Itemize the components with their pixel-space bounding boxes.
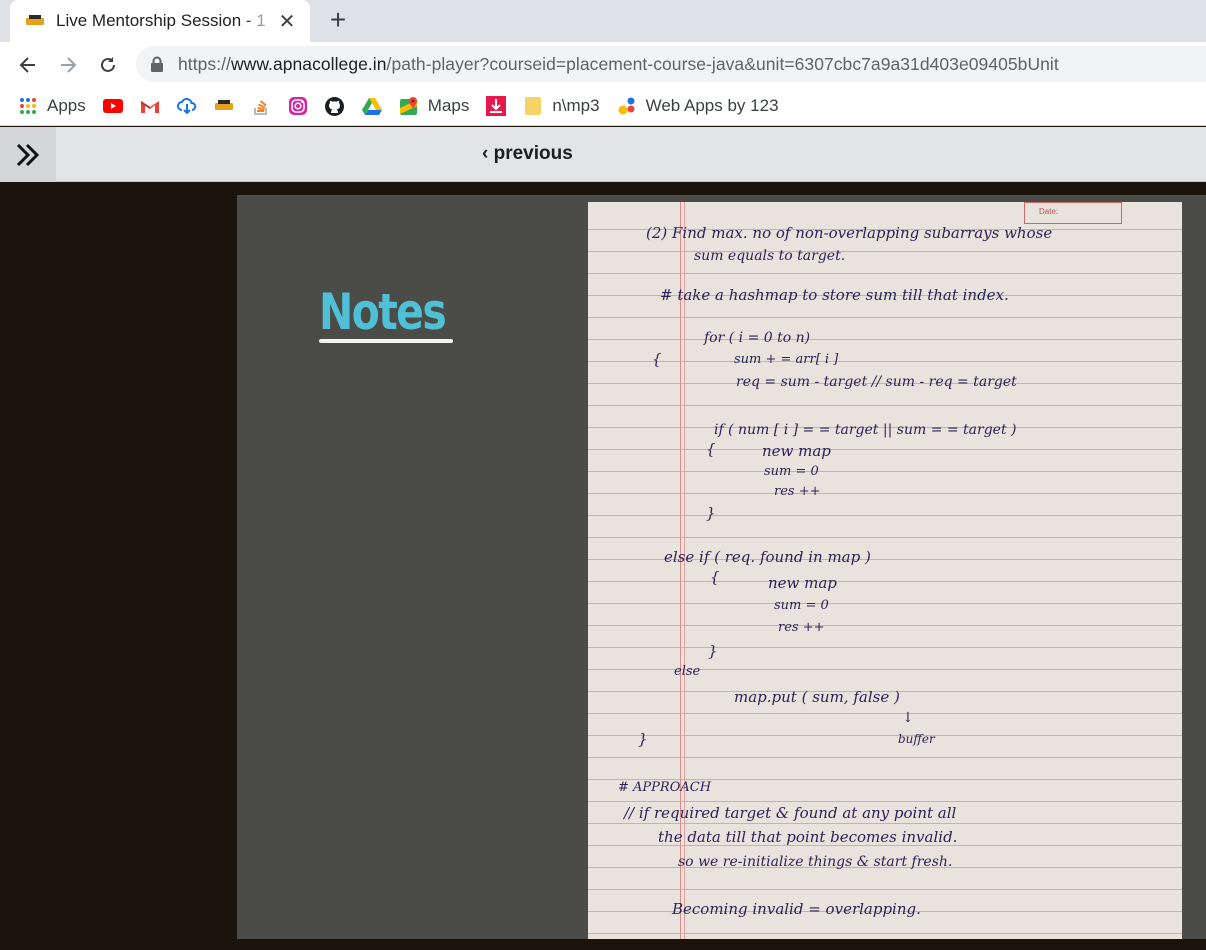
url-host: www.apnacollege.in <box>230 53 387 74</box>
bookmark-web-apps[interactable]: Web Apps by 123 <box>617 96 779 116</box>
notes-title: Notes <box>319 283 447 341</box>
back-arrow-icon[interactable] <box>14 51 42 79</box>
note-line: buffer <box>898 732 935 746</box>
bookmark-maps-label: Maps <box>427 96 470 115</box>
notes-slide: Notes Date: (2) Find max. no of non-over… <box>237 195 1206 939</box>
note-line: { <box>706 440 716 458</box>
new-tab-button[interactable]: + <box>325 6 351 34</box>
bookmark-youtube[interactable] <box>102 96 123 116</box>
previous-link[interactable]: ‹ previous <box>482 143 573 165</box>
date-box: Date: <box>1024 202 1122 224</box>
player-top-bar: ‹ previous <box>0 127 1206 182</box>
note-line: new map <box>768 574 837 592</box>
lock-icon <box>151 56 163 72</box>
note-line: sum + = arr[ i ] <box>734 352 839 367</box>
note-line: req = sum - target // sum - req = target <box>736 374 1017 390</box>
bookmark-mp3-label: n\mp3 <box>552 96 600 115</box>
expand-sidebar-button[interactable] <box>0 127 56 182</box>
bookmark-apna-college[interactable] <box>214 96 234 116</box>
note-line: so we re-initialize things & start fresh… <box>678 854 953 870</box>
web-apps-dots-icon <box>617 96 637 116</box>
bookmark-mp3-folder[interactable]: n\mp3 <box>523 96 600 116</box>
tab-title: Live Mentorship Session - 1 <box>56 11 266 30</box>
apna-college-icon <box>214 96 234 116</box>
note-line: ↓ <box>902 710 914 726</box>
handwritten-notes-image: Date: (2) Find max. no of non-overlappin… <box>588 202 1182 939</box>
bookmarks-bar: Apps Maps n\mp3 Web Apps by 123 <box>0 87 1206 126</box>
bookmark-apps-label: Apps <box>47 96 86 115</box>
stackoverflow-icon <box>251 96 271 116</box>
bookmark-apps[interactable]: Apps <box>18 96 86 116</box>
reload-icon[interactable] <box>94 51 122 79</box>
download-icon <box>486 96 507 116</box>
note-line: // if required target & found at any poi… <box>624 804 957 822</box>
note-line: # APPROACH <box>618 780 712 795</box>
apna-college-favicon-icon <box>26 12 44 30</box>
browser-tab[interactable]: Live Mentorship Session - 1 ✕ <box>10 0 310 42</box>
forward-arrow-icon[interactable] <box>54 51 82 79</box>
note-line: the data till that point becomes invalid… <box>658 828 958 846</box>
note-line: { <box>710 568 720 586</box>
address-bar[interactable]: https://www.apnacollege.in/path-player?c… <box>136 46 1206 82</box>
bookmark-gmail[interactable] <box>140 96 160 116</box>
url-scheme: https:// <box>178 53 231 74</box>
github-icon <box>325 96 345 116</box>
gmail-icon <box>140 96 160 116</box>
note-line: sum = 0 <box>764 464 819 479</box>
note-line: res ++ <box>774 484 821 499</box>
video-player[interactable]: Notes Date: (2) Find max. no of non-over… <box>0 183 1206 950</box>
bookmark-instagram[interactable] <box>288 96 308 116</box>
double-chevron-right-icon <box>16 143 40 166</box>
browser-toolbar: https://www.apnacollege.in/path-player?c… <box>0 42 1206 87</box>
note-line: sum = 0 <box>774 598 829 613</box>
note-line: } <box>638 730 648 748</box>
note-line: sum equals to target. <box>694 248 846 264</box>
note-line: # take a hashmap to store sum till that … <box>660 286 1009 304</box>
tab-strip: Live Mentorship Session - 1 ✕ + <box>0 0 1206 42</box>
notes-title-underline <box>319 339 453 343</box>
note-line: (2) Find max. no of non-overlapping suba… <box>646 224 1053 242</box>
note-line: map.put ( sum, false ) <box>734 688 900 706</box>
bookmark-github[interactable] <box>325 96 345 116</box>
note-line: else <box>674 664 701 679</box>
url-path: /path-player?courseid=placement-course-j… <box>386 53 1059 74</box>
apps-grid-icon <box>18 96 38 116</box>
bookmark-web-apps-label: Web Apps by 123 <box>645 96 779 115</box>
folder-icon <box>523 96 543 116</box>
note-line: } <box>706 504 716 522</box>
youtube-icon <box>102 96 123 116</box>
note-line: new map <box>762 442 831 460</box>
cloud-download-icon <box>176 96 197 116</box>
bookmark-cloud-download[interactable] <box>176 96 197 116</box>
bookmark-google-drive[interactable] <box>361 96 382 116</box>
close-tab-icon[interactable]: ✕ <box>276 10 298 33</box>
note-line: if ( num [ i ] = = target || sum = = tar… <box>714 422 1017 438</box>
bookmark-maps[interactable]: Maps <box>399 96 470 116</box>
url-text: https://www.apnacollege.in/path-player?c… <box>178 54 1059 75</box>
note-line: else if ( req. found in map ) <box>664 548 871 566</box>
note-line: Becoming invalid = overlapping. <box>672 900 921 918</box>
instagram-icon <box>288 96 308 116</box>
note-line: { <box>652 350 662 368</box>
note-line: for ( i = 0 to n) <box>704 330 811 346</box>
google-drive-icon <box>361 96 382 116</box>
bookmark-download[interactable] <box>486 96 507 116</box>
bookmark-stackoverflow[interactable] <box>251 96 271 116</box>
google-maps-icon <box>399 96 419 116</box>
note-line: res ++ <box>778 620 825 635</box>
note-line: } <box>708 642 718 660</box>
